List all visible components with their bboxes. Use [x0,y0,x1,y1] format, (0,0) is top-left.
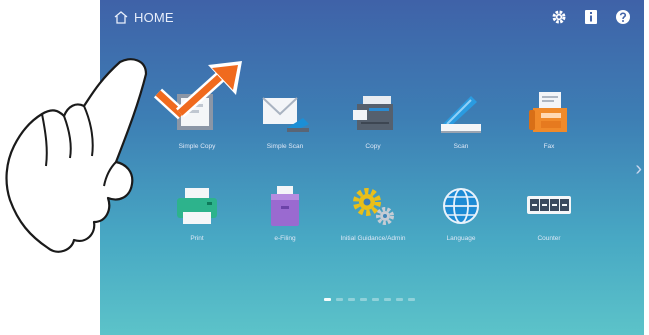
home-icon [114,11,128,24]
help-icon[interactable] [614,8,632,26]
page-dot[interactable] [396,298,403,301]
tile-copy[interactable]: Copy [328,80,418,151]
touch-panel-screen: HOME Simple Copy Simple Scan Copy Scan F… [100,0,644,335]
page-dot[interactable] [384,298,391,301]
tile-fax[interactable]: Fax [504,80,594,151]
tile-counter[interactable]: Counter [504,172,594,243]
info-icon[interactable] [582,8,600,26]
scan-to-email-icon [262,97,309,132]
tile-label: Fax [543,143,555,150]
page-dot[interactable] [360,298,367,301]
tile-label: e-Filing [274,235,296,242]
tile-simple-scan[interactable]: Simple Scan [240,80,330,151]
home-label: HOME [134,10,174,25]
top-icons [550,8,632,26]
scanner-icon [441,96,481,133]
settings-gear-icon[interactable] [550,8,568,26]
page-dot[interactable] [324,298,331,301]
globe-icon [443,188,479,224]
home-button[interactable]: HOME [114,10,174,25]
tile-scan[interactable]: Scan [416,80,506,151]
page-dot[interactable] [408,298,415,301]
tile-initial-guidance-admin[interactable]: Initial Guidance/Admin [328,172,418,243]
tile-label: Initial Guidance/Admin [340,235,406,242]
tile-label: Language [446,235,476,242]
fax-icon [529,92,567,132]
page-dot[interactable] [372,298,379,301]
top-bar: HOME [100,0,644,36]
tile-label: Simple Scan [266,143,304,150]
printer-icon [177,188,217,224]
counter-icon [527,196,571,214]
tile-language[interactable]: Language [416,172,506,243]
e-filing-icon [271,186,299,226]
hand-pointer-icon [5,58,148,253]
tile-label: Scan [453,143,469,150]
tile-label: Copy [365,143,381,150]
copier-icon [353,96,393,130]
page-dot[interactable] [348,298,355,301]
next-page-chevron-icon[interactable]: › [635,158,642,181]
settings-gears-icon [353,188,394,225]
tile-e-filing[interactable]: e-Filing [240,172,330,243]
tile-label: Counter [537,235,561,242]
page-dot[interactable] [336,298,343,301]
page-indicator[interactable] [324,298,415,301]
